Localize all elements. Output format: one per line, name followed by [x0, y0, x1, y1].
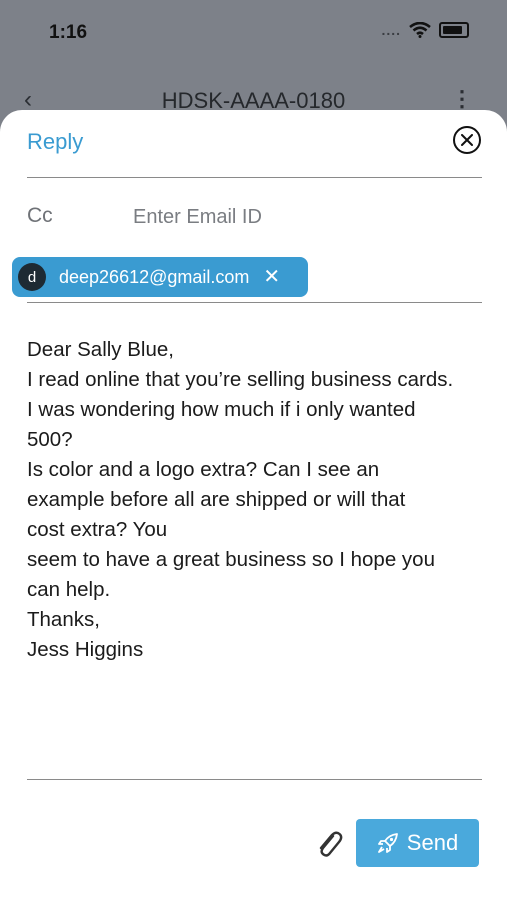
kebab-menu-icon[interactable]: ⋮	[451, 86, 473, 112]
message-line: I read online that you’re selling busine…	[27, 368, 454, 391]
message-body[interactable]: Dear Sally Blue, I read online that you’…	[27, 335, 497, 665]
message-line: Thanks,	[27, 608, 100, 631]
message-line: can help.	[27, 578, 111, 601]
divider	[27, 177, 482, 178]
message-line: cost extra? You	[27, 518, 168, 541]
message-line: Is color and a logo extra? Can I see an	[27, 458, 380, 481]
wifi-icon	[409, 22, 431, 38]
status-time: 1:16	[49, 22, 88, 43]
divider	[27, 302, 482, 303]
message-line: 500?	[27, 428, 73, 451]
close-circle-icon	[461, 134, 473, 146]
cc-label: Cc	[27, 204, 53, 227]
message-line: example before all are shipped or will t…	[27, 488, 406, 511]
send-label: Send	[406, 830, 459, 855]
reply-title: Reply	[27, 129, 84, 154]
message-line: Jess Higgins	[27, 638, 144, 661]
reply-sheet: Reply Cc d deep26612@gmail.com ✕ Dear Sa…	[0, 110, 507, 900]
rocket-icon	[377, 833, 398, 853]
paperclip-icon[interactable]	[314, 828, 344, 862]
send-button[interactable]: Send	[356, 819, 479, 867]
divider	[27, 779, 482, 780]
recipient-email: deep26612@gmail.com	[59, 266, 250, 287]
signal-icon: ....	[381, 22, 401, 38]
message-line: I was wondering how much if i only wante…	[27, 398, 416, 421]
status-bar: 1:16 ....	[0, 0, 507, 64]
message-line: Dear Sally Blue,	[27, 338, 174, 361]
remove-recipient-icon[interactable]: ✕	[263, 267, 280, 287]
cc-email-input[interactable]	[131, 199, 465, 235]
avatar: d	[18, 263, 46, 291]
close-button[interactable]	[453, 126, 481, 154]
recipient-chip: d deep26612@gmail.com ✕	[12, 257, 308, 297]
message-line: seem to have a great business so I hope …	[27, 548, 435, 571]
status-icons: ....	[381, 22, 469, 38]
battery-icon	[439, 22, 469, 38]
